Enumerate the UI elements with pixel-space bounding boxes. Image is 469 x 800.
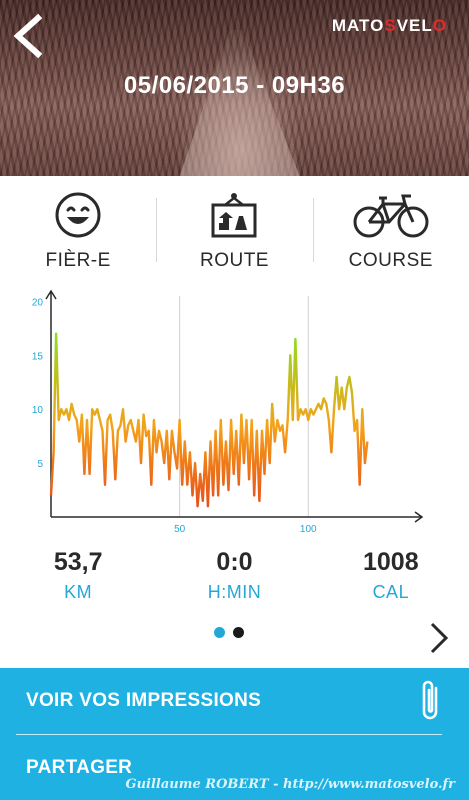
- chart-y-tick-label: 15: [32, 351, 44, 362]
- page-dot-active[interactable]: [214, 627, 225, 638]
- stat-distance-value: 53,7: [53, 548, 103, 576]
- ride-date-title: 05/06/2015 - 09H36: [123, 72, 346, 99]
- logo-text-accent-2: O: [432, 16, 447, 35]
- chart-y-tick-label: 5: [37, 459, 43, 470]
- header-photo: MATO S VEL O 05/06/2015 - 09H36: [0, 0, 469, 176]
- stat-calories: 1008 CAL: [313, 548, 469, 612]
- category-terrain[interactable]: ROUTE: [156, 184, 312, 274]
- paperclip-icon: [422, 680, 438, 720]
- speed-chart: 20 15 10 5 50 100: [0, 286, 469, 540]
- category-type-label: COURSE: [348, 250, 433, 271]
- category-divider: [313, 198, 314, 262]
- view-impressions-label: VOIR VOS IMPRESSIONS: [26, 690, 262, 711]
- stat-duration: 0:0 H:MIN: [156, 548, 312, 612]
- chart-y-tick-label: 10: [32, 405, 44, 416]
- logo-text: MATO: [331, 16, 385, 35]
- page-dot[interactable]: [233, 627, 244, 638]
- chart-speed-series: [49, 332, 369, 508]
- chart-y-tick-label: 20: [32, 297, 44, 308]
- stat-duration-value: 0:0: [216, 548, 253, 576]
- category-terrain-label: ROUTE: [199, 250, 269, 271]
- chart-x-tick-label: 50: [174, 524, 186, 535]
- ride-categories: FIÈR-E ROUTE COURSE: [0, 184, 469, 274]
- speed-chart-svg: 20 15 10 5 50 100: [32, 289, 424, 535]
- view-impressions-button[interactable]: VOIR VOS IMPRESSIONS: [0, 668, 469, 734]
- brand-logo: MATO S VEL O: [332, 14, 447, 38]
- stat-duration-unit: H:MIN: [207, 582, 262, 602]
- stat-calories-value: 1008: [363, 548, 419, 576]
- header-road-image: [175, 30, 305, 176]
- back-button[interactable]: [10, 12, 50, 60]
- category-divider: [156, 198, 157, 262]
- ride-stats: 53,7 KM 0:0 H:MIN 1008 CAL: [0, 548, 469, 612]
- category-mood[interactable]: FIÈR-E: [0, 184, 156, 274]
- stat-distance-unit: KM: [64, 582, 93, 602]
- next-page-button[interactable]: [424, 618, 452, 658]
- stat-distance: 53,7 KM: [0, 548, 156, 612]
- road-sign-icon: [211, 193, 257, 238]
- action-panel: VOIR VOS IMPRESSIONS PARTAGER Guillaume …: [0, 668, 469, 800]
- stat-calories-unit: CAL: [372, 582, 410, 602]
- bicycle-icon: [353, 194, 429, 238]
- chevron-right-icon: [430, 622, 449, 654]
- smiley-icon: [55, 192, 101, 238]
- logo-text-2: VEL: [396, 16, 433, 35]
- page-indicator: [214, 627, 244, 638]
- chart-x-tick-label: 100: [300, 524, 317, 535]
- category-mood-label: FIÈR-E: [45, 250, 111, 271]
- photo-credit: Guillaume ROBERT - http://www.matosvelo.…: [125, 777, 455, 792]
- chevron-left-icon: [13, 13, 43, 59]
- logo-text-accent: S: [384, 16, 397, 35]
- category-type[interactable]: COURSE: [313, 184, 469, 274]
- share-label: PARTAGER: [26, 756, 133, 778]
